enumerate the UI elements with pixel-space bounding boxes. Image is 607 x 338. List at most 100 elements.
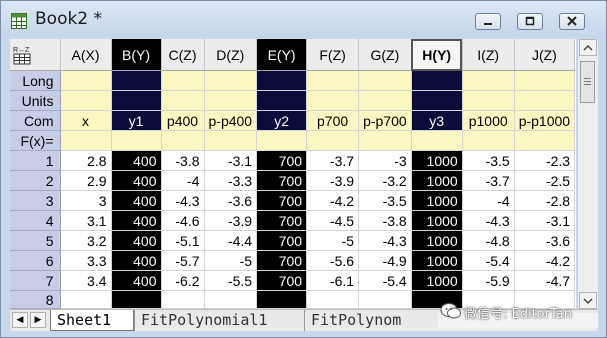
data-cell[interactable]: -4 [462,190,515,211]
tab-fitpolynom[interactable]: FitPolynom [304,310,434,331]
data-cell[interactable]: 3.4 [60,270,112,291]
data-cell[interactable] [256,290,308,309]
row-number[interactable]: 5 [10,230,61,251]
meta-cell[interactable] [514,70,576,91]
meta-cell[interactable] [256,130,308,151]
data-cell[interactable]: 2.9 [60,170,112,191]
meta-cell[interactable] [306,70,360,91]
meta-cell[interactable] [411,70,463,91]
data-cell[interactable]: -6.1 [306,270,360,291]
meta-cell[interactable]: p-p1000 [514,110,576,131]
data-cell[interactable]: 400 [111,170,162,191]
meta-cell[interactable]: y2 [256,110,308,131]
data-cell[interactable]: 400 [111,150,162,171]
data-cell[interactable] [358,290,412,309]
data-cell[interactable]: -5 [204,250,258,271]
meta-cell[interactable]: p700 [306,110,360,131]
data-cell[interactable]: 700 [256,210,308,231]
data-cell[interactable]: -4.2 [514,250,576,271]
data-cell[interactable]: 700 [256,150,308,171]
column-header[interactable]: G(Z) [358,39,412,71]
data-cell[interactable]: 700 [256,170,308,191]
data-cell[interactable]: -5.5 [204,270,258,291]
data-cell[interactable]: 3 [60,190,112,211]
data-cell[interactable]: 700 [256,250,308,271]
scroll-up-button[interactable] [579,39,597,56]
scroll-thumb[interactable] [580,61,595,103]
data-cell[interactable]: -3.6 [204,190,258,211]
meta-cell[interactable] [111,130,162,151]
data-cell[interactable]: -2.5 [514,170,576,191]
data-cell[interactable]: -5.4 [358,270,412,291]
meta-cell[interactable]: p1000 [462,110,515,131]
row-number[interactable]: 6 [10,250,61,271]
data-cell[interactable]: -3.2 [358,170,412,191]
row-label[interactable]: Com [10,110,61,131]
data-cell[interactable]: -5.4 [462,250,515,271]
column-header[interactable]: J(Z) [514,39,576,71]
row-number[interactable]: 4 [10,210,61,231]
worksheet-grid[interactable]: R↔Z A(X) B(Y) C(Z) D(Z) E(Y) F(Z) G(Z) H(Y) I(Z) J… [10,39,576,309]
data-cell[interactable]: -4.3 [161,190,205,211]
data-cell[interactable]: -3.7 [462,170,515,191]
row-number[interactable]: 2 [10,170,61,191]
data-cell[interactable]: 3.3 [60,250,112,271]
meta-cell[interactable]: p-p400 [204,110,258,131]
meta-cell[interactable] [358,70,412,91]
tab-sheet1[interactable]: Sheet1 [50,310,134,331]
data-cell[interactable]: -5.9 [462,270,515,291]
meta-cell[interactable]: y1 [111,110,162,131]
meta-cell[interactable] [411,130,463,151]
maximize-button[interactable] [517,13,543,30]
column-header[interactable]: C(Z) [161,39,205,71]
tab-fitpolynomial1[interactable]: FitPolynomial1 [134,310,304,331]
meta-cell[interactable]: x [60,110,112,131]
data-cell[interactable]: 400 [111,230,162,251]
data-cell[interactable] [60,290,112,309]
data-cell[interactable]: -5.7 [161,250,205,271]
data-cell[interactable]: 1000 [411,190,463,211]
data-cell[interactable]: 1000 [411,170,463,191]
data-cell[interactable]: 3.1 [60,210,112,231]
data-cell[interactable]: -3.6 [514,230,576,251]
data-cell[interactable]: -4.7 [514,270,576,291]
data-cell[interactable]: -5.1 [161,230,205,251]
column-header[interactable]: F(Z) [306,39,360,71]
meta-cell[interactable]: p-p700 [358,110,412,131]
column-header[interactable]: H(Y) [411,39,463,71]
data-cell[interactable]: -4.3 [462,210,515,231]
data-cell[interactable]: -4.4 [204,230,258,251]
data-cell[interactable]: 1000 [411,150,463,171]
row-label[interactable]: Units [10,90,61,111]
row-label[interactable]: Long [10,70,61,91]
meta-cell[interactable] [204,70,258,91]
meta-cell[interactable] [204,130,258,151]
row-number[interactable]: 3 [10,190,61,211]
data-cell[interactable]: -3.7 [306,150,360,171]
data-cell[interactable]: 400 [111,190,162,211]
data-cell[interactable]: -3 [358,150,412,171]
data-cell[interactable]: -4 [161,170,205,191]
data-cell[interactable]: 400 [111,210,162,231]
row-number[interactable]: 8 [10,290,61,309]
meta-cell[interactable] [161,90,205,111]
data-cell[interactable]: 700 [256,230,308,251]
meta-cell[interactable] [514,90,576,111]
data-cell[interactable]: 700 [256,190,308,211]
meta-cell[interactable]: y3 [411,110,463,131]
data-cell[interactable]: -6.2 [161,270,205,291]
data-cell[interactable]: 1000 [411,210,463,231]
meta-cell[interactable] [256,90,308,111]
row-number[interactable]: 1 [10,150,61,171]
data-cell[interactable]: -5.6 [306,250,360,271]
data-cell[interactable]: 2.8 [60,150,112,171]
close-button[interactable] [559,13,585,30]
meta-cell[interactable] [462,70,515,91]
meta-cell[interactable]: p400 [161,110,205,131]
meta-cell[interactable] [161,70,205,91]
meta-cell[interactable] [462,90,515,111]
vertical-scrollbar[interactable] [577,39,598,309]
minimize-button[interactable] [475,13,501,30]
data-cell[interactable]: -4.8 [462,230,515,251]
data-cell[interactable]: -4.5 [306,210,360,231]
